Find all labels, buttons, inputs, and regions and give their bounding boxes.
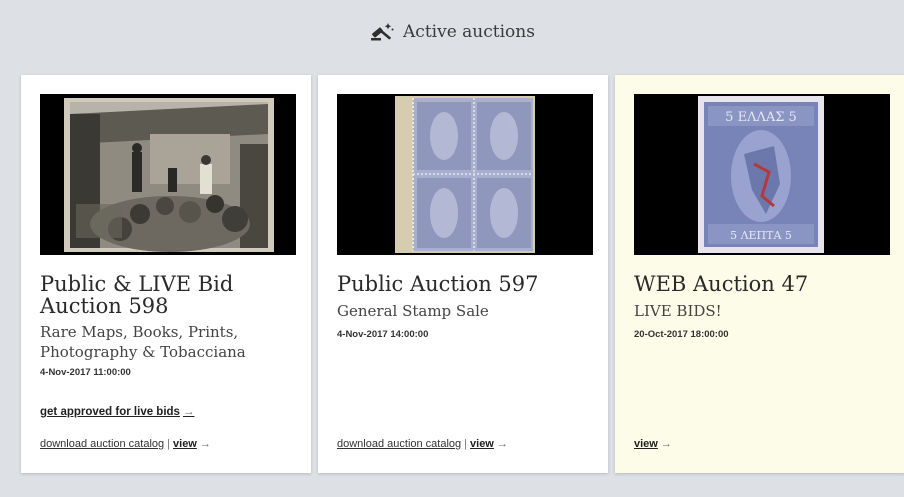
section-header: Active auctions — [0, 0, 904, 64]
auction-title[interactable]: Public Auction 597 — [337, 273, 597, 295]
auction-date: 4-Nov-2017 14:00:00 — [337, 329, 429, 340]
download-catalog-link[interactable]: download auction catalog — [337, 438, 461, 450]
view-link[interactable]: view — [173, 438, 197, 450]
stamp-bottom-label: 5 ΛΕΠΤΑ 5 — [730, 229, 792, 242]
card-links: download auction catalog | view → — [337, 438, 508, 450]
single-stamp-image: 5 ΕΛΛΑΣ 5 5 ΛΕΠΤΑ 5 — [634, 94, 890, 255]
auction-date: 20-Oct-2017 18:00:00 — [634, 329, 729, 340]
auction-thumbnail-stamps[interactable] — [337, 94, 593, 255]
footer-area — [0, 480, 904, 497]
view-link[interactable]: view — [470, 438, 494, 450]
auction-subtitle: LIVE BIDS! — [634, 302, 722, 320]
link-separator: | — [167, 438, 171, 450]
auction-thumbnail-photo[interactable] — [40, 94, 296, 255]
card-links: download auction catalog | view → — [40, 438, 211, 450]
get-approved-link[interactable]: get approved for live bids → — [40, 406, 194, 418]
gavel-icon — [371, 23, 394, 41]
arrow-right-icon: → — [496, 438, 508, 450]
auction-thumbnail-stamp[interactable]: 5 ΕΛΛΑΣ 5 5 ΛΕΠΤΑ 5 — [634, 94, 890, 255]
section-title: Active auctions — [403, 22, 535, 42]
arrow-right-icon: → — [182, 406, 195, 418]
auction-subtitle: Rare Maps, Books, Prints, Photography & … — [40, 323, 246, 361]
vintage-photograph — [40, 94, 296, 255]
arrow-right-icon: → — [199, 438, 211, 450]
download-catalog-link[interactable]: download auction catalog — [40, 438, 164, 450]
auction-card: Public & LIVE Bid Auction 598 Rare Maps,… — [21, 75, 311, 473]
get-approved-label: get approved for live bids — [40, 406, 180, 418]
auction-card: Public Auction 597 General Stamp Sale 4-… — [318, 75, 608, 473]
auction-card-highlighted: 5 ΕΛΛΑΣ 5 5 ΛΕΠΤΑ 5 WEB Auction 47 LIVE … — [615, 75, 904, 473]
stamp-top-label: 5 ΕΛΛΑΣ 5 — [725, 110, 797, 125]
view-link[interactable]: view — [634, 438, 658, 450]
stamp-block-image — [337, 94, 593, 255]
auction-subtitle: General Stamp Sale — [337, 302, 489, 320]
card-links: view → — [634, 438, 672, 450]
auction-title[interactable]: Public & LIVE Bid Auction 598 — [40, 273, 300, 317]
auction-title[interactable]: WEB Auction 47 — [634, 273, 894, 295]
page: Active auctions Public & LIVE Bid Auctio… — [0, 0, 904, 497]
arrow-right-icon: → — [660, 438, 672, 450]
auction-date: 4-Nov-2017 11:00:00 — [40, 367, 131, 378]
link-separator: | — [464, 438, 468, 450]
